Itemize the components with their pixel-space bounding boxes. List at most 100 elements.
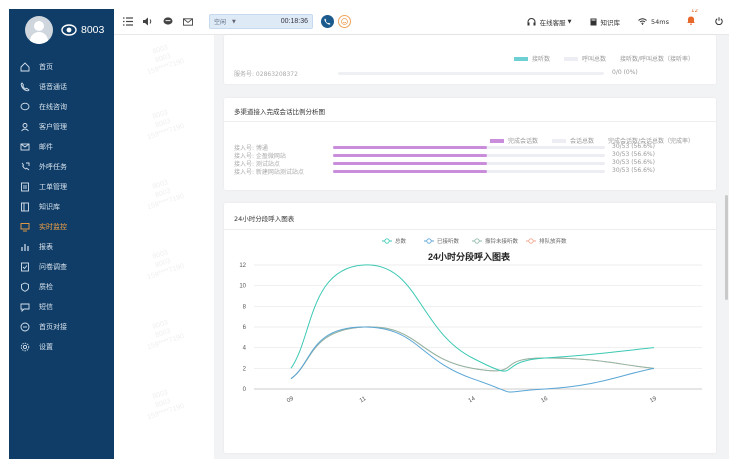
channel-progress-value: 30/53 (56.6%)	[612, 167, 655, 174]
sidebar-item-chat[interactable]: 在线咨询	[9, 97, 114, 117]
service-progress-value: 0/0 (0%)	[612, 69, 638, 76]
watermark: 8003 8003 159****7190	[146, 109, 186, 142]
sidebar-item-report[interactable]: 报表	[9, 237, 114, 257]
series-line	[290, 264, 655, 372]
sidebar-item-mail[interactable]: 邮件	[9, 137, 114, 157]
headset-icon	[61, 24, 77, 36]
network-latency: 54ms	[638, 18, 669, 26]
notification-count: 12	[691, 9, 698, 14]
top-bar: 空闲 ▼ 00:18:36 在线客服 ▼ 知识库 54ms 12	[114, 9, 729, 35]
y-tick-label: 2	[243, 366, 247, 372]
chat-icon	[20, 102, 30, 112]
book-icon	[590, 18, 596, 25]
legend-marker	[426, 238, 432, 244]
y-tick-label: 10	[239, 284, 246, 290]
survey-icon	[20, 262, 30, 272]
speaker-icon[interactable]	[143, 17, 153, 27]
legend-marker	[384, 238, 390, 244]
sidebar-item-phone[interactable]: 语音通话	[9, 77, 114, 97]
y-tick-label: 12	[239, 263, 246, 269]
sidebar-item-label: 工单管理	[39, 183, 67, 191]
card1-legend: 接听数 呼叫总数 接听数/呼叫总数（接听率）	[500, 54, 694, 63]
sidebar-item-outbound[interactable]: 外呼任务	[9, 157, 114, 177]
mail-icon[interactable]	[183, 17, 193, 27]
sidebar-item-book[interactable]: 知识库	[9, 197, 114, 217]
sidebar-item-label: 短信	[39, 303, 53, 311]
knowledge-base-button[interactable]: 知识库	[590, 17, 621, 27]
chat-icon[interactable]	[163, 17, 173, 27]
book-icon	[20, 202, 30, 212]
channel-progress-value: 30/53 (56.6%)	[612, 151, 655, 158]
x-tick-label: 14	[468, 396, 477, 405]
sidebar-item-sms[interactable]: 短信	[9, 297, 114, 317]
legend-marker	[474, 238, 480, 244]
watermark: 8003 8003 159****7190	[146, 44, 186, 77]
progress-fill	[333, 146, 487, 149]
channel-progress-bar	[333, 154, 605, 157]
legend-label: 振铃未接听数	[485, 237, 519, 245]
y-tick-label: 4	[243, 346, 247, 352]
progress-fill	[333, 170, 487, 173]
app-window: 8003 首页 语音通话 在线咨询 客户管理 邮件 外呼任务 工单管理 知识库 实时监控 报表 问卷…	[9, 9, 729, 459]
legend-label: 总数	[395, 237, 407, 245]
mail-icon	[20, 142, 30, 152]
legend-item: 会话总数	[551, 136, 594, 145]
divider	[224, 121, 716, 122]
notifications-button[interactable]: 12	[687, 9, 698, 27]
legend-label: 排队放弃数	[539, 237, 567, 245]
sidebar-item-label: 首页对接	[39, 323, 67, 331]
channel-progress-bar	[333, 162, 605, 165]
sidebar-item-ticket[interactable]: 工单管理	[9, 177, 114, 197]
sidebar-item-label: 质检	[39, 283, 53, 291]
channel-progress-value: 30/53 (56.6%)	[612, 143, 655, 150]
watermark: 8003 8003 159****7190	[146, 179, 186, 212]
online-service-dropdown[interactable]: 在线客服 ▼	[527, 17, 572, 27]
x-tick-label: 09	[286, 396, 295, 405]
agent-status-select[interactable]: 空闲 ▼ 00:18:36	[209, 14, 313, 29]
chevron-down-icon: ▼	[232, 18, 236, 25]
quality-icon	[20, 282, 30, 292]
channel-progress-bar	[333, 146, 605, 149]
sidebar-item-label: 在线咨询	[39, 103, 67, 111]
bell-icon	[687, 16, 695, 25]
watermark: 8003 8003 159****7190	[146, 319, 186, 352]
sidebar-item-home[interactable]: 首页	[9, 57, 114, 77]
series-line	[290, 326, 655, 380]
sms-icon	[20, 302, 30, 312]
phone-button[interactable]	[321, 15, 334, 28]
sidebar-item-label: 知识库	[39, 203, 60, 211]
sidebar-item-quality[interactable]: 质检	[9, 277, 114, 297]
card-title: 24小时分段呼入图表	[234, 215, 295, 223]
x-tick-label: 16	[540, 396, 549, 405]
scrollbar[interactable]	[725, 65, 728, 365]
emoji-icon[interactable]	[338, 15, 351, 28]
channel-completion-card: 多渠道接入完成会话比例分析图 完成会话数 会话总数 完成会话数/会话总数（完成率…	[224, 98, 716, 190]
power-icon[interactable]	[715, 16, 723, 27]
sidebar-item-monitor[interactable]: 实时监控	[9, 217, 114, 237]
watermark: 8003 8003 159****7190	[146, 389, 186, 422]
progress-fill	[333, 154, 487, 157]
chevron-down-icon: ▼	[567, 18, 572, 25]
legend-marker	[528, 238, 534, 244]
headphones-icon	[527, 17, 536, 25]
progress-fill	[333, 162, 487, 165]
channel-label: 接入号: 新建网站测试站点	[234, 169, 304, 176]
sidebar-item-survey[interactable]: 问卷调查	[9, 257, 114, 277]
sidebar-item-settings[interactable]: 设置	[9, 337, 114, 357]
knowledge-base-label: 知识库	[600, 18, 621, 27]
legend-item: 完成会话数	[489, 136, 538, 145]
top-bar-right: 在线客服 ▼ 知识库 54ms 12	[527, 9, 729, 27]
scrollbar-thumb[interactable]	[725, 195, 728, 300]
report-icon	[20, 242, 30, 252]
sidebar-item-customer[interactable]: 客户管理	[9, 117, 114, 137]
channel-progress-bar	[333, 170, 605, 173]
y-tick-label: 6	[243, 325, 247, 331]
hourly-inbound-card: 24小时分段呼入图表 总数 已接听数 振铃未接听数 排队放弃数 24小时分段呼入图表 0 2…	[224, 203, 716, 453]
sidebar-item-link[interactable]: 首页对接	[9, 317, 114, 337]
ticket-icon	[20, 182, 30, 192]
agent-status: 空闲	[214, 19, 227, 26]
menu-toggle-icon[interactable]	[123, 17, 133, 27]
sidebar-item-label: 报表	[39, 243, 53, 251]
avatar[interactable]	[25, 16, 53, 44]
customer-icon	[20, 122, 30, 132]
